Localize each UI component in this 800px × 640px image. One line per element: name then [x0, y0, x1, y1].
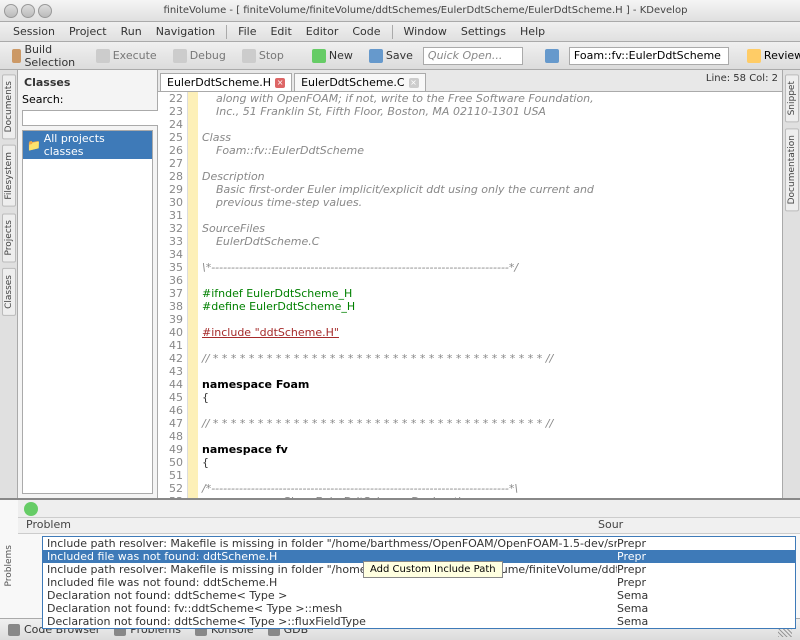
code-editor[interactable]: 22 23 24 25 26 27 28 29 30 31 32 33 34 3… — [158, 92, 782, 498]
menu-session[interactable]: Session — [6, 25, 62, 38]
window-title: finiteVolume - [ finiteVolume/finiteVolu… — [55, 5, 796, 16]
right-rail: Snippet Documentation — [782, 70, 800, 498]
refresh-icon[interactable] — [24, 502, 38, 516]
tab-euler-h[interactable]: EulerDdtScheme.H× — [160, 73, 292, 91]
folder-icon: 📁 — [27, 139, 41, 152]
hammer-icon — [12, 49, 21, 63]
bug-icon — [173, 49, 187, 63]
menu-window[interactable]: Window — [397, 25, 454, 38]
menu-editor[interactable]: Editor — [299, 25, 346, 38]
nav-back-button[interactable] — [539, 47, 565, 65]
editor-tabs: EulerDdtScheme.H× EulerDdtScheme.C× — [158, 70, 782, 92]
rail-documentation[interactable]: Documentation — [785, 128, 799, 211]
window-max-button[interactable] — [38, 4, 52, 18]
fold-gutter[interactable] — [188, 92, 198, 498]
menu-code[interactable]: Code — [345, 25, 387, 38]
problem-row[interactable]: Declaration not found: ddtScheme< Type >… — [43, 589, 795, 602]
classes-root-item[interactable]: 📁 All projects classes — [23, 131, 152, 159]
menu-run[interactable]: Run — [114, 25, 149, 38]
problems-side-tab[interactable]: Problems — [0, 500, 18, 631]
navigation-field[interactable]: Foam::fv::EulerDdtScheme — [569, 47, 729, 65]
rail-documents[interactable]: Documents — [2, 74, 16, 139]
close-icon[interactable]: × — [409, 78, 419, 88]
menu-file[interactable]: File — [231, 25, 263, 38]
rail-classes[interactable]: Classes — [2, 268, 16, 316]
rail-filesystem[interactable]: Filesystem — [2, 145, 16, 207]
rail-snippet[interactable]: Snippet — [785, 74, 799, 122]
editor-area: EulerDdtScheme.H× EulerDdtScheme.C× 22 2… — [158, 70, 782, 498]
code-content[interactable]: along with OpenFOAM; if not, write to th… — [198, 92, 782, 498]
context-tooltip[interactable]: Add Custom Include Path — [363, 561, 503, 578]
rail-projects[interactable]: Projects — [2, 213, 16, 262]
problems-header: Problem Sour — [18, 518, 800, 534]
menu-help[interactable]: Help — [513, 25, 552, 38]
menu-edit[interactable]: Edit — [263, 25, 298, 38]
play-icon — [96, 49, 110, 63]
execute-button[interactable]: Execute — [90, 47, 163, 65]
problems-list[interactable]: Add Custom Include Path Include path res… — [42, 536, 796, 629]
line-col-indicator: Line: 58 Col: 2 — [706, 73, 778, 84]
problem-row[interactable]: Declaration not found: ddtScheme< Type >… — [43, 615, 795, 628]
classes-search-input[interactable] — [22, 110, 175, 126]
menu-navigation[interactable]: Navigation — [149, 25, 222, 38]
classes-tree[interactable]: 📁 All projects classes — [22, 130, 153, 494]
menu-project[interactable]: Project — [62, 25, 114, 38]
new-icon — [312, 49, 326, 63]
problem-row[interactable]: Include path resolver: Makefile is missi… — [43, 537, 795, 550]
save-button[interactable]: Save — [363, 47, 419, 65]
arrow-left-icon — [545, 49, 559, 63]
build-button[interactable]: Build Selection — [6, 41, 86, 71]
stop-icon — [242, 49, 256, 63]
problems-panel: Problems Problem Sour Add Custom Include… — [0, 498, 800, 618]
window-close-button[interactable] — [4, 4, 18, 18]
stop-button[interactable]: Stop — [236, 47, 290, 65]
problem-row[interactable]: Declaration not found: fv::ddtScheme< Ty… — [43, 602, 795, 615]
titlebar: finiteVolume - [ finiteVolume/finiteVolu… — [0, 0, 800, 22]
quick-open-input[interactable]: Quick Open... — [423, 47, 523, 65]
menu-settings[interactable]: Settings — [454, 25, 513, 38]
window-min-button[interactable] — [21, 4, 35, 18]
tab-euler-c[interactable]: EulerDdtScheme.C× — [294, 73, 425, 91]
classes-panel: Classes Search: 📁 All projects classes — [18, 70, 158, 498]
menubar: SessionProjectRunNavigation FileEditEdito… — [0, 22, 800, 42]
search-label: Search: — [22, 93, 64, 106]
line-gutter: 22 23 24 25 26 27 28 29 30 31 32 33 34 3… — [158, 92, 188, 498]
left-rail: Documents Filesystem Projects Classes — [0, 70, 18, 498]
review-button[interactable]: Review — [741, 47, 800, 65]
toolbar: Build Selection Execute Debug Stop New S… — [0, 42, 800, 70]
classes-header: Classes — [22, 74, 153, 91]
close-icon[interactable]: × — [275, 78, 285, 88]
new-button[interactable]: New — [306, 47, 359, 65]
save-icon — [369, 49, 383, 63]
review-icon — [747, 49, 761, 63]
debug-button[interactable]: Debug — [167, 47, 232, 65]
